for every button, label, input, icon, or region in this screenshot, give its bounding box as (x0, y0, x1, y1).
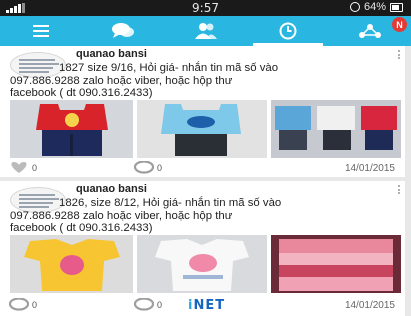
post-photo[interactable] (271, 100, 401, 158)
post-author[interactable]: quanao bansi (76, 48, 147, 60)
white-tshirt-image (137, 235, 267, 293)
post-text-line: 1827 size 9/16, Hỏi giá- nhắn tin mã số … (59, 62, 279, 74)
post-photo[interactable] (271, 235, 401, 293)
feed: quanao bansi 1827 size 9/16, Hỏi giá- nh… (0, 46, 411, 316)
red-tank-set-image (10, 100, 133, 158)
more-options-icon[interactable] (397, 50, 401, 62)
top-nav: N (0, 16, 411, 46)
blue-tank-set-image (137, 100, 267, 158)
yellow-tshirt-image (10, 235, 133, 293)
post-text-line: 1826, size 8/12, Hỏi giá- nhắn tin mã số… (59, 197, 282, 209)
pink-shirts-stack-image (271, 235, 401, 293)
comment-icon[interactable] (133, 161, 155, 174)
comment-icon[interactable] (133, 298, 155, 311)
tab-menu[interactable] (0, 16, 82, 46)
heart-icon[interactable] (8, 161, 30, 174)
clock-icon (279, 22, 297, 40)
post-text-line: 097.886.9288 zalo hoặc viber, hoặc hộp t… (10, 74, 233, 87)
post-text-line: 097.886.9288 zalo hoặc viber, hoặc hộp t… (10, 209, 233, 222)
comment-count: 0 (157, 300, 163, 310)
like-count: 0 (32, 163, 38, 173)
alarm-icon (349, 2, 360, 12)
notification-badge: N (392, 17, 408, 32)
chat-bubbles-icon (112, 23, 135, 38)
post-footer: 0 0 iNET 14/01/2015 (8, 298, 397, 313)
post-text-line: facebook ( dt 090.316.2433) (10, 87, 153, 99)
post-card[interactable]: quanao bansi 1827 size 9/16, Hỏi giá- nh… (0, 46, 405, 177)
like-count: 0 (32, 300, 38, 310)
comment-count: 0 (157, 163, 163, 173)
more-options-icon[interactable] (397, 185, 401, 197)
tab-timeline[interactable] (247, 16, 329, 46)
post-photo[interactable] (10, 100, 133, 158)
post-author[interactable]: quanao bansi (76, 183, 147, 195)
post-text-line: facebook ( dt 090.316.2433) (10, 222, 153, 234)
contacts-icon (194, 23, 217, 39)
inet-watermark: iNET (188, 298, 225, 313)
heart-icon[interactable] (8, 298, 30, 311)
post-photo[interactable] (137, 100, 267, 158)
inet-watermark-text: NET (193, 298, 226, 313)
post-date: 14/01/2015 (344, 163, 395, 174)
status-bar: 9:57 64% (0, 0, 411, 16)
tab-contacts[interactable] (164, 16, 246, 46)
post-date: 14/01/2015 (344, 300, 395, 311)
battery-icon (390, 2, 403, 12)
menu-icon (33, 25, 50, 37)
post-card[interactable]: quanao bansi 1826, size 8/12, Hỏi giá- n… (0, 181, 405, 316)
post-text: 1827 size 9/16, Hỏi giá- nhắn tin mã số … (10, 62, 402, 100)
post-text: 1826, size 8/12, Hỏi giá- nhắn tin mã số… (10, 197, 402, 235)
post-footer: 0 0 14/01/2015 (8, 161, 397, 175)
battery-percent: 64% (363, 1, 386, 13)
kids-outfits-set-image (271, 100, 401, 158)
tab-messages[interactable] (82, 16, 164, 46)
post-photo[interactable] (10, 235, 133, 293)
network-icon (358, 24, 381, 38)
post-photo[interactable] (137, 235, 267, 293)
tab-network[interactable]: N (329, 16, 411, 46)
